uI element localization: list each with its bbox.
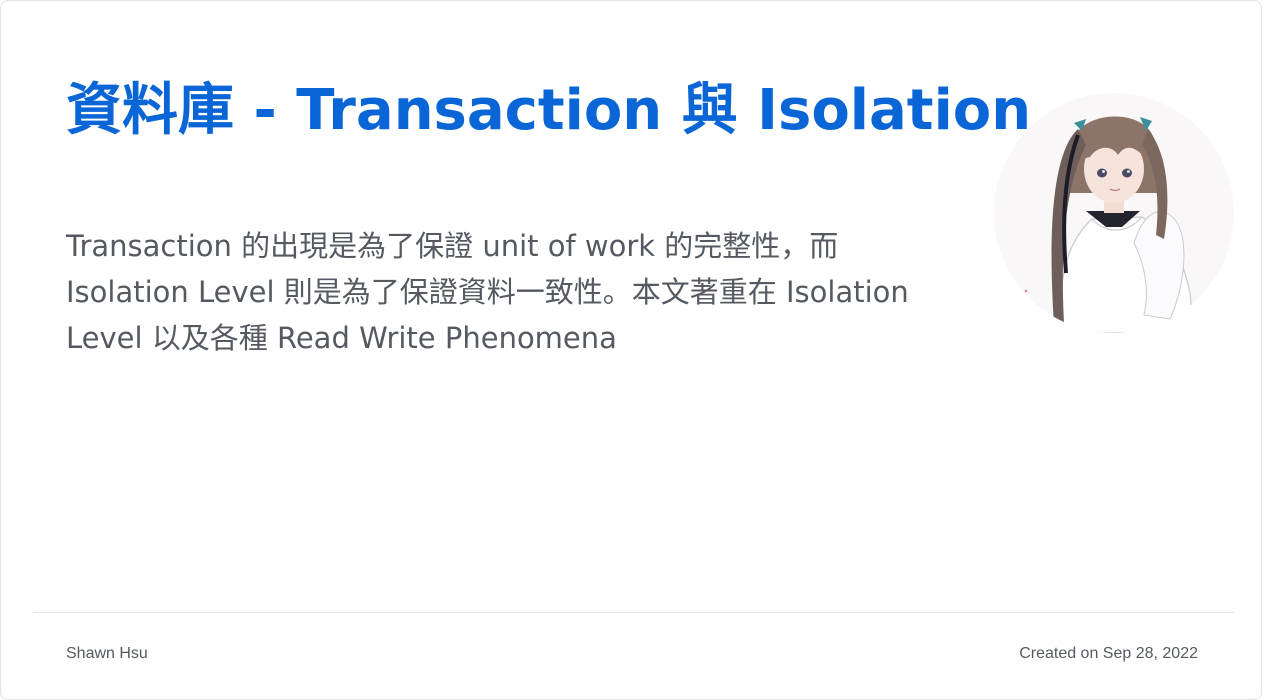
anime-girl-avatar-icon <box>1024 116 1195 333</box>
article-description: Transaction 的出現是為了保證 unit of work 的完整性，而… <box>66 229 909 355</box>
created-date: Created on Sep 28, 2022 <box>1019 645 1198 662</box>
page-title[interactable]: 資料庫 - Transaction 與 Isolation <box>66 73 1031 149</box>
article-card[interactable]: 資料庫 - Transaction 與 Isolation Transactio… <box>0 0 1262 700</box>
footer-divider <box>33 612 1234 613</box>
avatar <box>994 93 1234 333</box>
author-name: Shawn Hsu <box>66 645 148 662</box>
